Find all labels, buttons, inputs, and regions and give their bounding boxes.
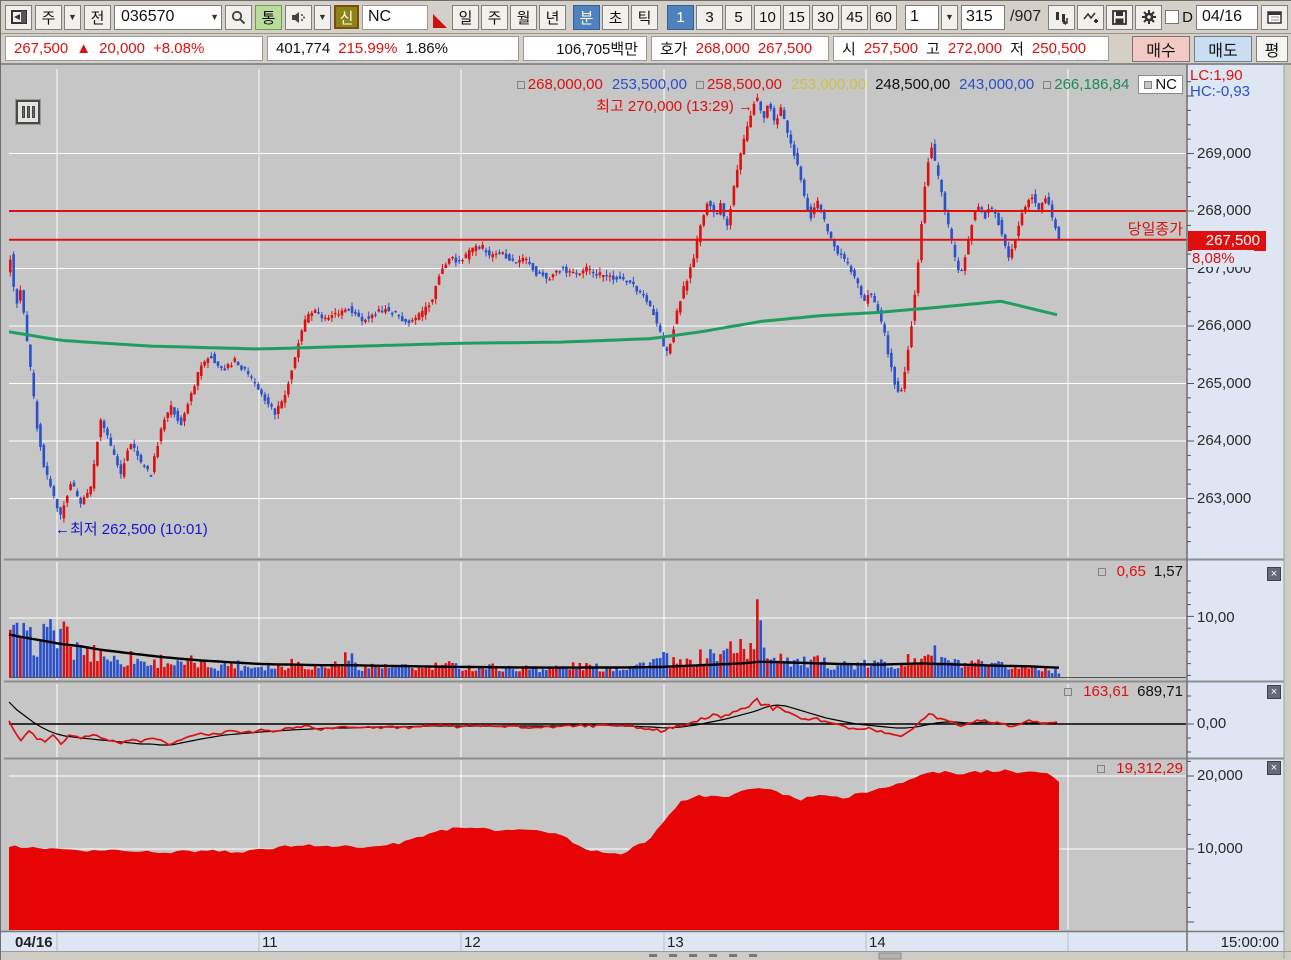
sound-dropdown[interactable]: ▼ [314, 4, 331, 30]
low-label: 저 [1010, 41, 1024, 58]
minute-button-5[interactable]: 5 [725, 4, 752, 30]
settings-button[interactable] [1135, 4, 1163, 30]
turnover-pct: 1.86% [405, 40, 448, 57]
avg-button[interactable]: 평 [1256, 35, 1288, 62]
tong-link-button[interactable]: 통 [255, 4, 282, 30]
high-price: 272,000 [947, 40, 1003, 57]
volume-value: 401,774 [276, 40, 331, 57]
volume-field: 401,774 215.99% 1.86% [267, 36, 519, 61]
window-panel-icon [10, 10, 27, 24]
date-box [1196, 4, 1258, 30]
minute-button-1[interactable]: 1 [667, 4, 694, 30]
minute-button-45[interactable]: 45 [841, 4, 868, 30]
ask-price: 268,000 [695, 40, 750, 57]
line-add-icon [1083, 12, 1098, 23]
stock-code-dropdown[interactable]: ▼ [210, 12, 219, 22]
current-price: 267,500 [14, 40, 69, 57]
compare-data-button[interactable] [1048, 4, 1076, 30]
hoga-field: 호가 268,000 267,500 [651, 36, 829, 61]
calendar-icon [1267, 11, 1282, 24]
magnifier-icon [231, 10, 246, 24]
buy-button[interactable]: 매수 [1132, 35, 1190, 62]
bar-count-input[interactable] [966, 8, 1002, 26]
quote-bar: 267,500 ▲ 20,000 +8.08% 401,774 215.99% … [1, 34, 1291, 64]
day-checkbox-label: D [1182, 8, 1193, 26]
hoga-label: 호가 [660, 41, 688, 58]
calendar-button[interactable] [1261, 4, 1288, 30]
interval-dropdown[interactable]: ▼ [941, 4, 958, 30]
date-input[interactable] [1202, 8, 1255, 26]
add-indicator-button[interactable] [1077, 4, 1105, 30]
type-button-분[interactable]: 분 [573, 4, 600, 30]
period-button-일[interactable]: 일 [452, 4, 479, 30]
sell-button[interactable]: 매도 [1194, 35, 1252, 62]
open-label: 시 [842, 41, 856, 58]
open-price: 257,500 [863, 40, 919, 57]
sound-button[interactable] [285, 4, 312, 30]
type-button-group: 분초틱 [573, 4, 658, 30]
save-disk-icon [1112, 9, 1128, 25]
price-change-pct: +8.08% [152, 40, 205, 57]
prev-stock-button[interactable]: 전 [84, 4, 111, 30]
minute-button-group: 1 3 5 10 15 30 45 60 [667, 4, 897, 30]
chevron-down-icon: ▼ [945, 12, 954, 22]
period-button-주[interactable]: 주 [481, 4, 508, 30]
minute-button-60[interactable]: 60 [870, 4, 897, 30]
stock-code-box: ▼ [114, 4, 222, 30]
chevron-down-icon: ▼ [318, 12, 327, 22]
high-label: 고 [926, 41, 940, 58]
type-button-초[interactable]: 초 [602, 4, 629, 30]
interval-input[interactable] [910, 8, 936, 26]
chart-period-button[interactable]: 주 [35, 4, 62, 30]
bid-price: 267,500 [757, 40, 813, 57]
stock-code-input[interactable] [121, 8, 211, 26]
candle-compare-icon [1055, 11, 1068, 25]
chart-canvas[interactable] [1, 1, 1291, 960]
minute-button-30[interactable]: 30 [812, 4, 839, 30]
trade-amount: 106,705백만 [556, 41, 638, 58]
type-button-틱[interactable]: 틱 [631, 4, 658, 30]
day-checkbox[interactable] [1165, 10, 1180, 24]
minute-button-15[interactable]: 15 [783, 4, 810, 30]
price-field: 267,500 ▲ 20,000 +8.08% [5, 36, 263, 61]
panel-toggle-button[interactable] [5, 4, 32, 30]
amount-field: 106,705백만 [523, 36, 647, 61]
price-change: 20,000 [99, 40, 145, 57]
bar-total-label: /907 [1010, 8, 1042, 25]
credit-badge: 신 [334, 5, 359, 29]
minute-button-10[interactable]: 10 [754, 4, 781, 30]
volume-ratio: 215.99% [338, 40, 398, 57]
chart-period-dropdown[interactable]: ▼ [64, 4, 81, 30]
toolbar-main: 주 ▼ 전 ▼ 통 ▼ 신 NC 일주월년 분초틱 1351015304560 … [1, 1, 1291, 34]
stock-search-button[interactable] [225, 4, 252, 30]
interval-box [905, 4, 939, 30]
ohl-field: 시 257,500 고 272,000 저 250,500 [833, 36, 1109, 61]
bar-count-box [961, 4, 1005, 30]
period-button-월[interactable]: 월 [510, 4, 537, 30]
low-price: 250,500 [1031, 40, 1087, 57]
save-button[interactable] [1106, 4, 1134, 30]
period-button-년[interactable]: 년 [539, 4, 566, 30]
stock-name-label: NC [362, 4, 428, 30]
chevron-down-icon: ▼ [68, 12, 77, 22]
corner-resize-icon[interactable] [433, 14, 447, 28]
minute-button-3[interactable]: 3 [696, 4, 723, 30]
chart-window: 주 ▼ 전 ▼ 통 ▼ 신 NC 일주월년 분초틱 1351015304560 … [0, 0, 1291, 960]
speaker-icon [292, 11, 305, 23]
up-arrow-icon: ▲ [76, 40, 92, 57]
gear-icon [1141, 10, 1156, 24]
period-button-group: 일주월년 [452, 4, 566, 30]
